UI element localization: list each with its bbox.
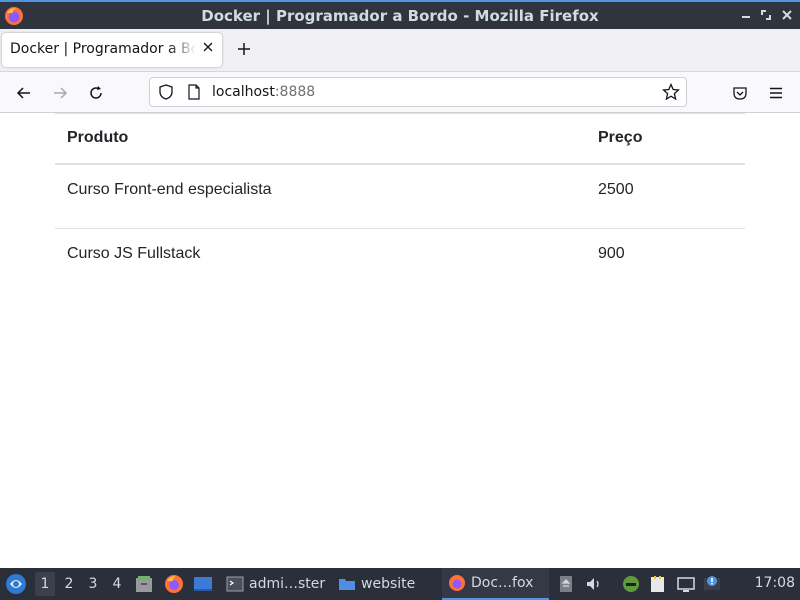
page-icon[interactable] [186, 84, 202, 100]
forward-arrow-icon [54, 87, 68, 99]
task-firefox[interactable]: Doc…fox [442, 568, 549, 600]
app-menu-button[interactable] [764, 81, 788, 105]
pocket-icon [733, 87, 747, 100]
forward-button[interactable] [48, 81, 72, 105]
clock[interactable]: 17:08 [755, 575, 795, 591]
column-header-price: Preço [586, 113, 745, 165]
url-port: :8888 [274, 84, 316, 100]
table-header-row: Produto Preço [55, 113, 745, 165]
back-button[interactable] [12, 81, 36, 105]
table-row: Curso Front-end especialista 2500 [55, 163, 745, 229]
url-host: localhost [212, 84, 275, 100]
task-label: Doc…fox [471, 575, 534, 591]
maximize-icon [761, 10, 771, 20]
product-cell: Curso Front-end especialista [55, 163, 586, 229]
network-status-icon[interactable] [622, 575, 640, 593]
bookmark-star-icon[interactable] [662, 83, 680, 101]
new-tab-button[interactable] [234, 40, 254, 60]
reload-icon [90, 86, 102, 99]
table-row: Curso JS Fullstack 900 [55, 229, 745, 294]
firefox-launcher-icon[interactable] [164, 574, 184, 594]
tab-close-button[interactable] [200, 41, 216, 57]
task-label: website [361, 576, 416, 592]
file-manager-launcher-icon[interactable] [134, 574, 154, 594]
workspace-2[interactable]: 2 [59, 572, 79, 596]
tab-docker[interactable]: Docker | Programador a Bordo [2, 33, 222, 67]
page-content: Produto Preço Curso Front-end especialis… [0, 113, 800, 568]
volume-icon[interactable] [585, 575, 603, 593]
close-icon [782, 10, 792, 20]
url-bar[interactable]: localhost:8888 [149, 77, 687, 107]
notes-icon[interactable] [649, 575, 667, 593]
column-header-product: Produto [55, 113, 586, 165]
minimize-icon [742, 16, 750, 18]
maximize-button[interactable] [758, 7, 774, 23]
products-table: Produto Preço Curso Front-end especialis… [55, 113, 745, 294]
close-button[interactable] [779, 7, 795, 23]
desktop-launcher-icon[interactable] [193, 574, 213, 594]
workspace-4[interactable]: 4 [107, 572, 127, 596]
firefox-icon [449, 575, 465, 591]
minimize-button[interactable] [738, 7, 754, 23]
back-arrow-icon [16, 87, 30, 99]
pocket-button[interactable] [728, 81, 752, 105]
notification-icon[interactable] [703, 575, 721, 593]
window-titlebar: Docker | Programador a Bordo - Mozilla F… [0, 0, 800, 29]
hamburger-menu-icon [770, 87, 782, 99]
window-title: Docker | Programador a Bordo - Mozilla F… [201, 7, 599, 25]
task-folder[interactable]: website [338, 568, 415, 600]
task-label: admi…ster [249, 576, 326, 592]
workspace-1[interactable]: 1 [35, 572, 55, 596]
tab-title: Docker | Programador a Bordo [10, 41, 196, 57]
terminal-icon [226, 576, 244, 592]
start-menu-icon[interactable] [5, 573, 27, 595]
navigation-bar: localhost:8888 [0, 71, 800, 113]
task-terminal[interactable]: admi…ster [226, 568, 325, 600]
display-icon[interactable] [677, 575, 695, 593]
taskbar: 1 2 3 4 admi…ster website Doc…fox 17:08 [0, 568, 800, 600]
url-text[interactable]: localhost:8888 [212, 84, 315, 100]
workspace-3[interactable]: 3 [83, 572, 103, 596]
tab-strip: Docker | Programador a Bordo [0, 29, 800, 71]
product-cell: Curso JS Fullstack [67, 245, 201, 262]
plus-icon [238, 43, 250, 55]
folder-icon [339, 579, 355, 590]
close-icon [203, 42, 213, 52]
reload-button[interactable] [84, 81, 108, 105]
shield-icon[interactable] [158, 84, 174, 100]
price-cell: 900 [598, 245, 625, 262]
price-cell: 2500 [586, 163, 745, 229]
clipboard-tray-icon[interactable] [557, 575, 575, 593]
